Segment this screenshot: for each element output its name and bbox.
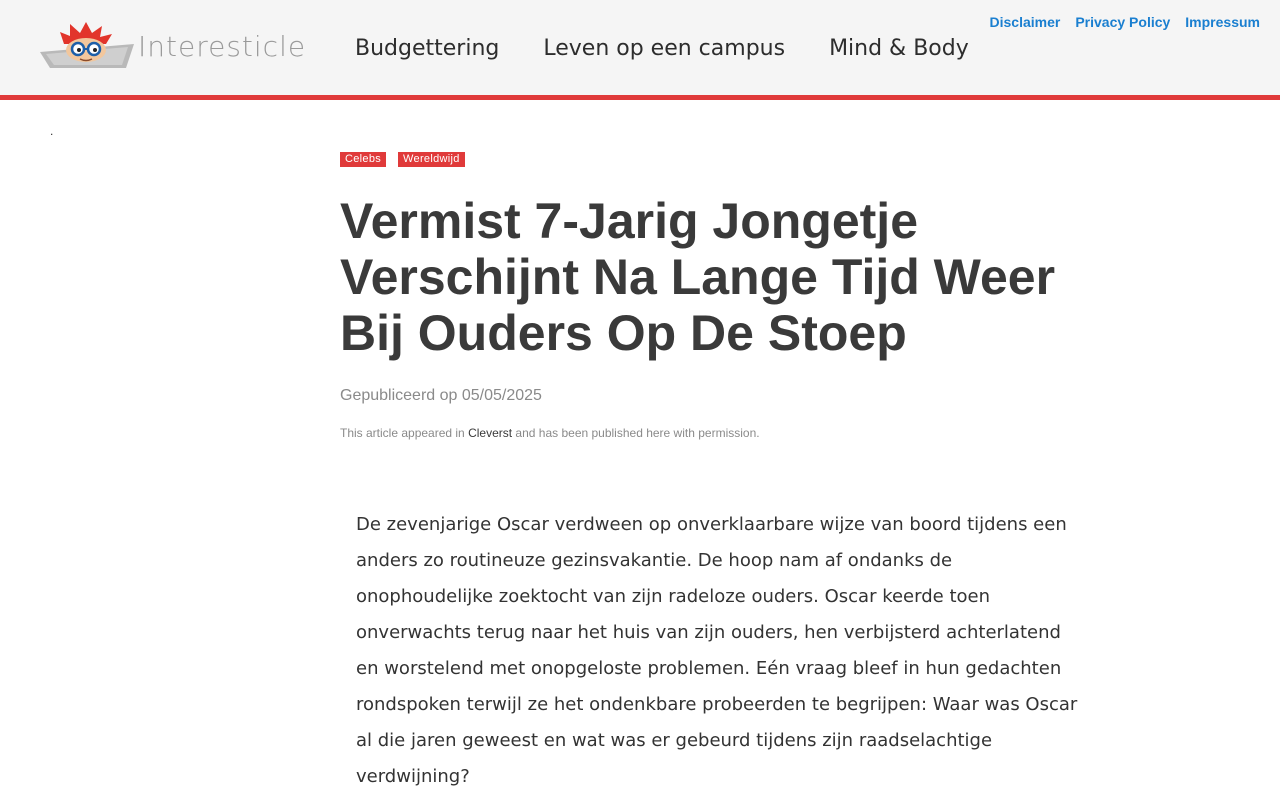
main-navigation: Budgettering Leven op een campus Mind & … [355,36,969,61]
cartoon-face-logo-icon [40,22,134,68]
published-date: Gepubliceerd op 05/05/2025 [340,387,542,404]
tag-celebs[interactable]: Celebs [340,152,387,167]
tag-wereldwijd[interactable]: Wereldwijd [398,152,465,167]
privacy-policy-link[interactable]: Privacy Policy [1075,14,1170,30]
disclaimer-link[interactable]: Disclaimer [990,14,1061,30]
attribution-note: This article appeared in Cleverst and ha… [340,426,1100,440]
article: Celebs Wereldwijd Vermist 7-Jarig Jonget… [340,152,1100,440]
attribution-prefix: This article appeared in [340,426,469,440]
nav-item-mind-body[interactable]: Mind & Body [829,36,969,61]
source-link[interactable]: Cleverst [468,426,512,440]
article-paragraph: De zevenjarige Oscar verdween op onverkl… [356,514,1078,787]
article-title: Vermist 7-Jarig Jongetje Verschijnt Na L… [340,193,1056,361]
nav-item-budgettering[interactable]: Budgettering [355,36,499,61]
utility-navigation: Disclaimer Privacy Policy Impressum [990,14,1260,30]
logo-text: Interesticle [138,29,307,63]
header-accent-bar [0,95,1280,100]
site-logo[interactable]: Interesticle [40,22,310,72]
stray-dot: . [50,124,54,138]
site-header: Interesticle Budgettering Leven op een c… [0,0,1280,96]
impressum-link[interactable]: Impressum [1185,14,1260,30]
category-tags: Celebs Wereldwijd [340,152,1100,167]
nav-item-leven-op-een-campus[interactable]: Leven op een campus [543,36,785,61]
attribution-suffix: and has been published here with permiss… [512,426,760,440]
